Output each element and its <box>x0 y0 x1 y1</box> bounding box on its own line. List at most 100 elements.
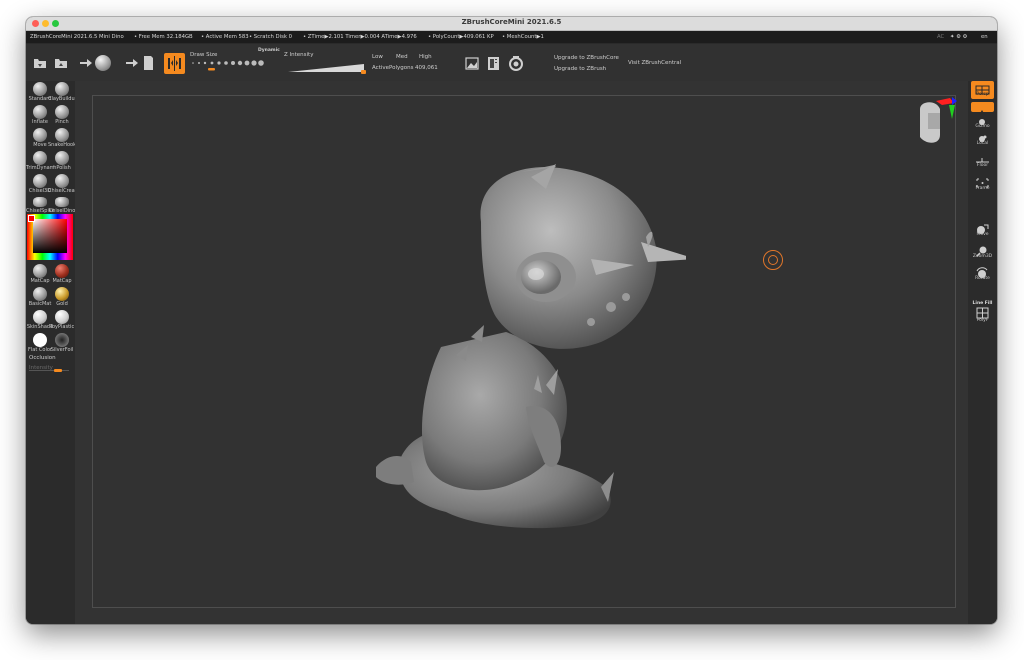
symmetry-button[interactable] <box>164 53 185 74</box>
save-file-icon[interactable] <box>53 55 69 71</box>
brush-claybuildup[interactable]: ClayBuildup <box>48 82 76 106</box>
matcap-gray-icon <box>33 264 47 278</box>
basic-material-icon <box>33 287 47 301</box>
material-silverfoil[interactable]: SilverFoil <box>50 333 74 357</box>
color-picker-field[interactable] <box>33 219 67 253</box>
silverfoil-material-icon <box>55 333 69 347</box>
brush-label: SnakeHook <box>48 142 76 148</box>
brush-snakehook[interactable]: SnakeHook <box>48 128 76 152</box>
top-toolbar: Draw Size Dynamic Z Intensity Low Med Hi… <box>26 44 997 81</box>
brush-cursor-inner <box>768 255 778 265</box>
intensity-slider-thumb[interactable] <box>54 369 62 372</box>
brush-label: Pinch <box>55 119 69 125</box>
frame-label: Frame <box>975 186 990 191</box>
local-button[interactable]: Local <box>971 131 994 153</box>
upgrade-core-link[interactable]: Upgrade to ZBrushCore <box>554 55 619 61</box>
left-shelf: Standard ClayBuildup Inflate Pinch Move … <box>26 81 76 624</box>
active-polygons-label: ActivePolygons <box>372 65 414 71</box>
low-res-button[interactable]: Low <box>372 54 383 60</box>
z-intensity-label: Z Intensity <box>284 52 314 58</box>
brush-snakehook-icon <box>55 128 69 142</box>
brush-chiselcreature[interactable]: ChiselCreature <box>48 174 76 198</box>
frame-button[interactable]: Frame <box>971 175 994 197</box>
brush-chisel3d[interactable]: Chisel3D <box>28 174 52 198</box>
toyplastic-material-icon <box>55 310 69 324</box>
app-window: ZBrushCoreMini 2021.6.5 ZBrushCoreMini 2… <box>26 17 997 624</box>
brush-hpolish[interactable]: hPolish <box>50 151 74 175</box>
active-polygons-value: 409,061 <box>415 65 438 71</box>
local-label: Local <box>976 141 989 146</box>
material-matcap-gray[interactable]: MatCap <box>28 264 52 288</box>
import-arrow-icon[interactable] <box>79 58 93 68</box>
brush-hpolish-icon <box>55 151 69 165</box>
material-gold[interactable]: Gold <box>50 287 74 311</box>
high-res-button[interactable]: High <box>419 54 432 60</box>
zoom3d-button[interactable]: Zoom3D <box>971 243 994 265</box>
polyf-label: PolyF <box>976 318 989 323</box>
visit-central-link[interactable]: Visit ZBrushCentral <box>628 60 681 66</box>
color-picker[interactable] <box>27 214 73 260</box>
brush-move[interactable]: Move <box>28 128 52 152</box>
floor-label: Floor <box>976 163 989 168</box>
right-shelf: Persp Gizmo Local Floor Frame Move Zoom3… <box>968 81 997 624</box>
brush-inflate[interactable]: Inflate <box>28 105 52 129</box>
floor-button[interactable]: Floor <box>971 153 994 175</box>
z-intensity-slider[interactable] <box>288 62 368 76</box>
symmetry-icon <box>168 56 181 71</box>
brush-trimdynamic[interactable]: TrimDynamic <box>26 151 54 175</box>
intensity-slider[interactable] <box>29 369 69 372</box>
active-mem-text: • Active Mem 583 <box>201 34 249 40</box>
main-color-swatch[interactable] <box>28 215 35 222</box>
med-res-button[interactable]: Med <box>396 54 408 60</box>
occlusion-toggle[interactable]: Occlusion <box>29 355 56 361</box>
notes-icon[interactable] <box>487 56 500 71</box>
brush-chiseldino-icon <box>55 197 69 207</box>
dynamic-toggle[interactable]: Dynamic <box>258 48 280 53</box>
rotate-button[interactable]: Rotate <box>971 265 994 287</box>
brush-standard[interactable]: Standard <box>28 82 52 106</box>
brush-chisel3d-icon <box>33 174 47 188</box>
ac-indicator[interactable]: AC <box>937 31 944 43</box>
upgrade-zbrush-link[interactable]: Upgrade to ZBrush <box>554 66 606 72</box>
export-arrow-icon[interactable] <box>125 58 139 68</box>
material-label: Gold <box>56 301 68 307</box>
scratch-disk-text: • Scratch Disk 0 <box>249 34 292 40</box>
brush-cursor <box>763 250 783 270</box>
material-label: SilverFoil <box>50 347 74 353</box>
navigation-gizmo[interactable] <box>906 93 961 163</box>
brush-move-icon <box>33 128 47 142</box>
floor-toggle[interactable] <box>971 102 994 115</box>
title-bar: ZBrushCoreMini 2021.6.5 <box>26 17 997 31</box>
rotate-label: Rotate <box>975 276 990 281</box>
polyframe-button[interactable]: Line Fill PolyF <box>971 301 994 323</box>
flatcolor-material-icon <box>33 333 47 347</box>
material-flatcolor[interactable]: Flat Color <box>28 333 52 357</box>
dino-sculpt-model[interactable] <box>356 127 686 547</box>
matcap-red-icon <box>55 264 69 278</box>
sphere-tool-icon[interactable] <box>95 55 111 71</box>
brush-claybuildup-icon <box>55 82 69 96</box>
material-basic[interactable]: BasicMat <box>28 287 52 311</box>
persp-button[interactable]: Persp <box>971 81 994 99</box>
open-file-icon[interactable] <box>32 55 48 71</box>
move-view-button[interactable]: Move <box>971 221 994 243</box>
material-skinshade[interactable]: SkinShade <box>27 310 53 334</box>
material-toyplastic[interactable]: ToyPlastic <box>50 310 74 334</box>
ztime-text: • ZTime▶2.101 Timer▶0.004 ATime▶4.976 <box>303 34 417 40</box>
camera-rotate-icon[interactable] <box>507 55 525 72</box>
brush-chiselcreature-icon <box>55 174 69 188</box>
document-icon[interactable] <box>142 54 154 72</box>
brush-inflate-icon <box>33 105 47 119</box>
status-bar: ZBrushCoreMini 2021.6.5 Mini Dino • Free… <box>26 31 997 43</box>
polycount-text: • PolyCount▶409.061 KP <box>428 34 494 40</box>
material-matcap-red[interactable]: MatCap <box>50 264 74 288</box>
user-icons[interactable]: ✦ ⚙ ⚙ <box>950 31 967 43</box>
brush-pinch[interactable]: Pinch <box>50 105 74 129</box>
free-mem-text: • Free Mem 32.184GB <box>134 34 193 40</box>
zoom3d-label: Zoom3D <box>972 254 993 259</box>
draw-size-slider[interactable] <box>190 58 272 72</box>
picture-icon[interactable] <box>465 57 479 70</box>
gold-material-icon <box>55 287 69 301</box>
language-indicator[interactable]: en <box>981 31 988 43</box>
brush-pinch-icon <box>55 105 69 119</box>
